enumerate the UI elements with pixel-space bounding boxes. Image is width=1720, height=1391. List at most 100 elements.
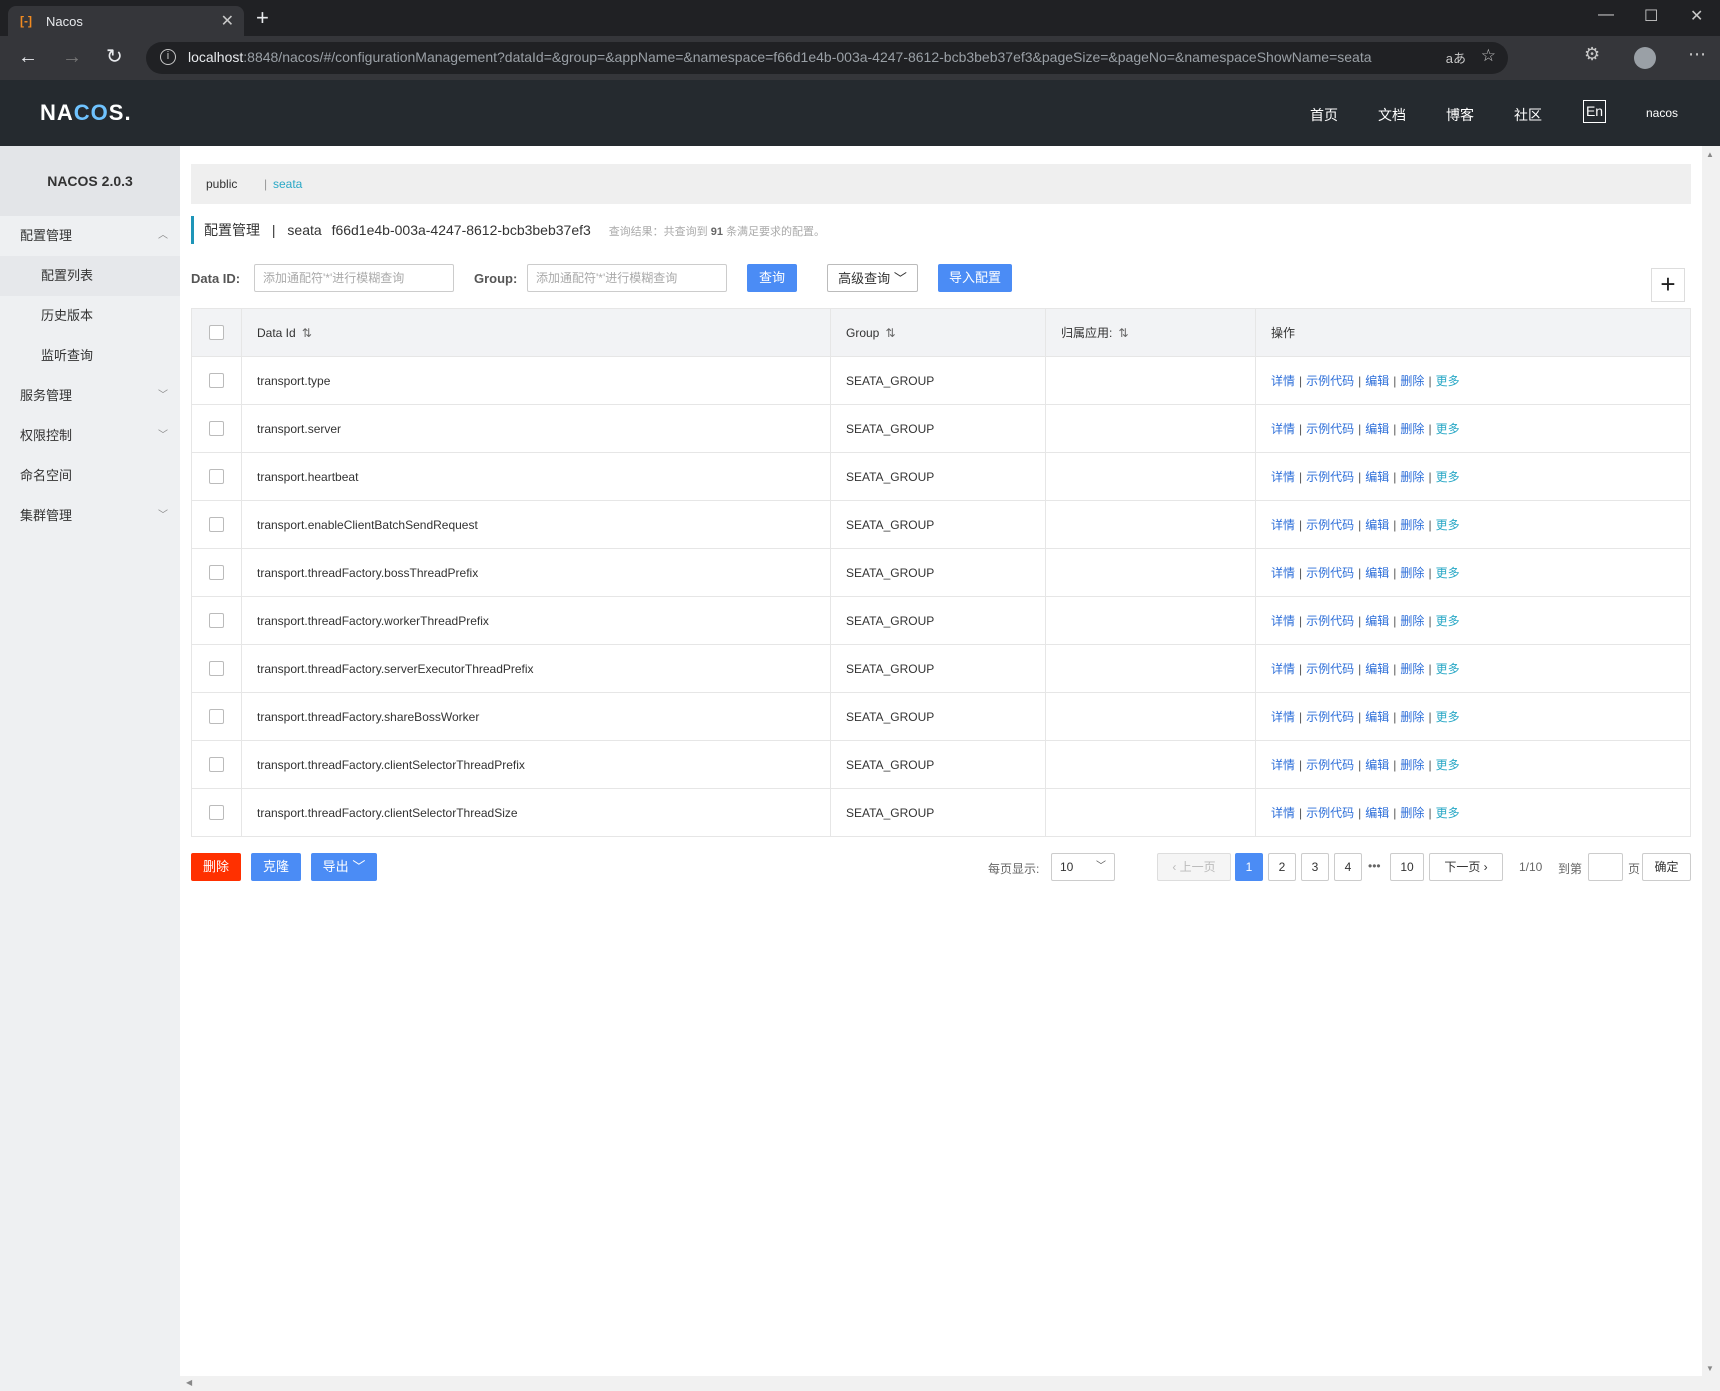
delete-link[interactable]: 删除 [1400, 710, 1424, 724]
more-link[interactable]: 更多 [1436, 758, 1460, 772]
edit-link[interactable]: 编辑 [1365, 422, 1389, 436]
edit-link[interactable]: 编辑 [1365, 662, 1389, 676]
edit-link[interactable]: 编辑 [1365, 374, 1389, 388]
bulk-delete-button[interactable]: 删除 [191, 853, 241, 881]
edit-link[interactable]: 编辑 [1365, 518, 1389, 532]
advanced-search-button[interactable]: 高级查询 ﹀ [827, 264, 918, 292]
detail-link[interactable]: 详情 [1271, 470, 1295, 484]
delete-link[interactable]: 删除 [1400, 662, 1424, 676]
detail-link[interactable]: 详情 [1271, 710, 1295, 724]
namespace-seata[interactable]: seata [273, 177, 302, 191]
edit-link[interactable]: 编辑 [1365, 566, 1389, 580]
sidebar-item-config-management[interactable]: 配置管理 ︿ [0, 216, 180, 256]
delete-link[interactable]: 删除 [1400, 470, 1424, 484]
more-link[interactable]: 更多 [1436, 470, 1460, 484]
delete-link[interactable]: 删除 [1400, 518, 1424, 532]
nav-docs[interactable]: 文档 [1378, 105, 1406, 125]
more-link[interactable]: 更多 [1436, 662, 1460, 676]
delete-link[interactable]: 删除 [1400, 806, 1424, 820]
more-link[interactable]: 更多 [1436, 806, 1460, 820]
add-config-icon[interactable]: + [1651, 268, 1685, 302]
delete-link[interactable]: 删除 [1400, 566, 1424, 580]
detail-link[interactable]: 详情 [1271, 518, 1295, 532]
profile-avatar[interactable] [1634, 47, 1656, 69]
clone-button[interactable]: 克隆 [251, 853, 301, 881]
select-all-checkbox[interactable] [209, 325, 224, 341]
row-checkbox[interactable] [209, 469, 224, 485]
more-link[interactable]: 更多 [1436, 374, 1460, 388]
scroll-down-icon[interactable]: ▼ [1706, 1364, 1714, 1373]
nav-home[interactable]: 首页 [1310, 105, 1338, 125]
sample-code-link[interactable]: 示例代码 [1306, 422, 1354, 436]
page-2[interactable]: 2 [1268, 853, 1296, 881]
col-app[interactable]: 归属应用: ⇅ [1045, 308, 1256, 357]
more-link[interactable]: 更多 [1436, 566, 1460, 580]
edit-link[interactable]: 编辑 [1365, 758, 1389, 772]
row-checkbox[interactable] [209, 709, 224, 725]
next-page-button[interactable]: 下一页 › [1429, 853, 1503, 881]
more-link[interactable]: 更多 [1436, 710, 1460, 724]
sort-icon[interactable]: ⇅ [1118, 326, 1128, 340]
page-4[interactable]: 4 [1334, 853, 1362, 881]
sidebar-item-service-management[interactable]: 服务管理 ﹀ [0, 376, 180, 416]
more-link[interactable]: 更多 [1436, 518, 1460, 532]
nav-blog[interactable]: 博客 [1446, 105, 1474, 125]
delete-link[interactable]: 删除 [1400, 758, 1424, 772]
sidebar-item-config-list[interactable]: 配置列表 [0, 256, 180, 296]
goto-page-input[interactable] [1588, 853, 1623, 881]
new-tab-icon[interactable]: + [256, 7, 269, 29]
edit-link[interactable]: 编辑 [1365, 710, 1389, 724]
sidebar-item-history[interactable]: 历史版本 [0, 296, 180, 336]
scroll-up-icon[interactable]: ▲ [1706, 150, 1714, 159]
detail-link[interactable]: 详情 [1271, 614, 1295, 628]
url-text[interactable]: localhost:8848/nacos/#/configurationMana… [188, 49, 1372, 65]
site-info-icon[interactable]: i [160, 49, 176, 65]
reload-icon[interactable]: ↻ [106, 46, 123, 68]
row-checkbox[interactable] [209, 517, 224, 533]
row-checkbox[interactable] [209, 661, 224, 677]
namespace-public[interactable]: public [206, 177, 237, 191]
nacos-logo[interactable]: NACOS. [40, 100, 132, 126]
horizontal-scrollbar[interactable]: ◀ [180, 1376, 1702, 1391]
sample-code-link[interactable]: 示例代码 [1306, 566, 1354, 580]
detail-link[interactable]: 详情 [1271, 422, 1295, 436]
row-checkbox[interactable] [209, 613, 224, 629]
delete-link[interactable]: 删除 [1400, 422, 1424, 436]
nav-community[interactable]: 社区 [1514, 105, 1542, 125]
more-link[interactable]: 更多 [1436, 614, 1460, 628]
sidebar-item-access-control[interactable]: 权限控制 ﹀ [0, 416, 180, 456]
back-icon[interactable]: ← [18, 46, 38, 68]
window-close-icon[interactable]: ✕ [1690, 6, 1703, 26]
sidebar-item-namespace[interactable]: 命名空间 [0, 456, 180, 496]
detail-link[interactable]: 详情 [1271, 806, 1295, 820]
favorite-star-icon[interactable]: ☆ [1481, 46, 1496, 66]
maximize-icon[interactable]: ☐ [1644, 6, 1658, 26]
detail-link[interactable]: 详情 [1271, 758, 1295, 772]
edit-link[interactable]: 编辑 [1365, 806, 1389, 820]
row-checkbox[interactable] [209, 421, 224, 437]
scroll-left-icon[interactable]: ◀ [186, 1378, 192, 1387]
search-button[interactable]: 查询 [747, 264, 797, 292]
user-name[interactable]: nacos [1646, 106, 1678, 120]
forward-icon[interactable]: → [62, 46, 82, 68]
row-checkbox[interactable] [209, 373, 224, 389]
page-3[interactable]: 3 [1301, 853, 1329, 881]
row-checkbox[interactable] [209, 805, 224, 821]
edit-link[interactable]: 编辑 [1365, 470, 1389, 484]
detail-link[interactable]: 详情 [1271, 566, 1295, 580]
dataid-search-input[interactable] [254, 264, 454, 292]
sidebar-item-listener-query[interactable]: 监听查询 [0, 336, 180, 376]
sample-code-link[interactable]: 示例代码 [1306, 758, 1354, 772]
sample-code-link[interactable]: 示例代码 [1306, 662, 1354, 676]
sample-code-link[interactable]: 示例代码 [1306, 806, 1354, 820]
prev-page-button[interactable]: ‹ 上一页 [1157, 853, 1231, 881]
group-search-input[interactable] [527, 264, 727, 292]
import-config-button[interactable]: 导入配置 [938, 264, 1012, 292]
sample-code-link[interactable]: 示例代码 [1306, 614, 1354, 628]
close-tab-icon[interactable]: ✕ [221, 11, 234, 31]
more-link[interactable]: 更多 [1436, 422, 1460, 436]
translate-icon[interactable]: aあ [1446, 48, 1466, 67]
page-last[interactable]: 10 [1390, 853, 1424, 881]
edit-link[interactable]: 编辑 [1365, 614, 1389, 628]
detail-link[interactable]: 详情 [1271, 374, 1295, 388]
